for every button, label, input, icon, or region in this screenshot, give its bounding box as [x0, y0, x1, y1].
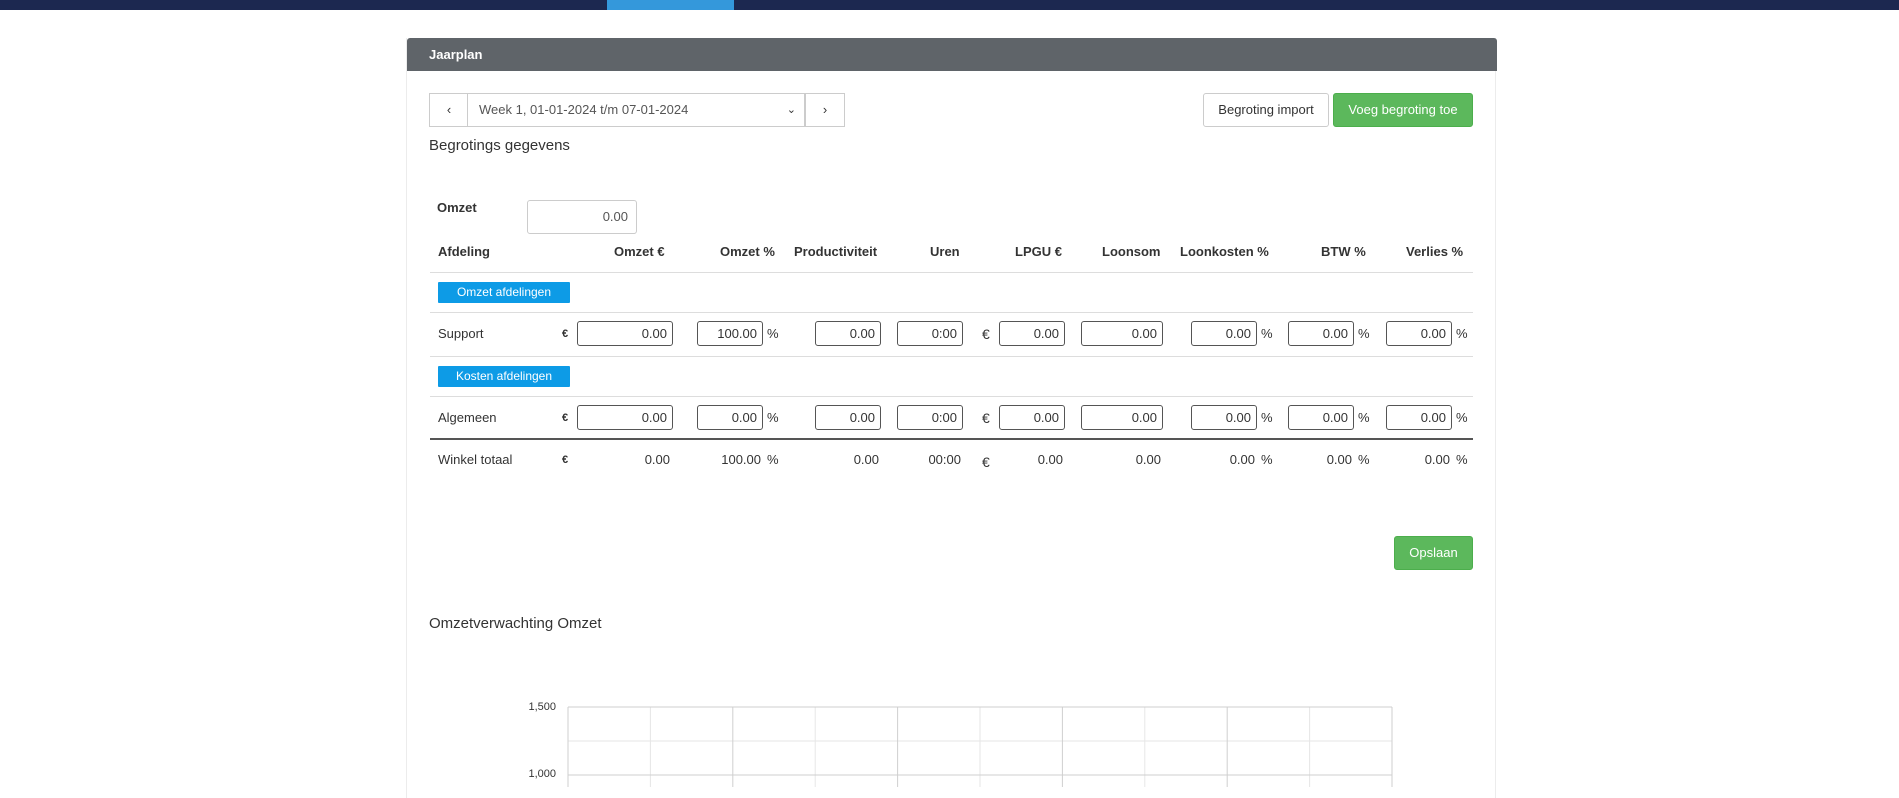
chart-grid [567, 706, 1393, 787]
